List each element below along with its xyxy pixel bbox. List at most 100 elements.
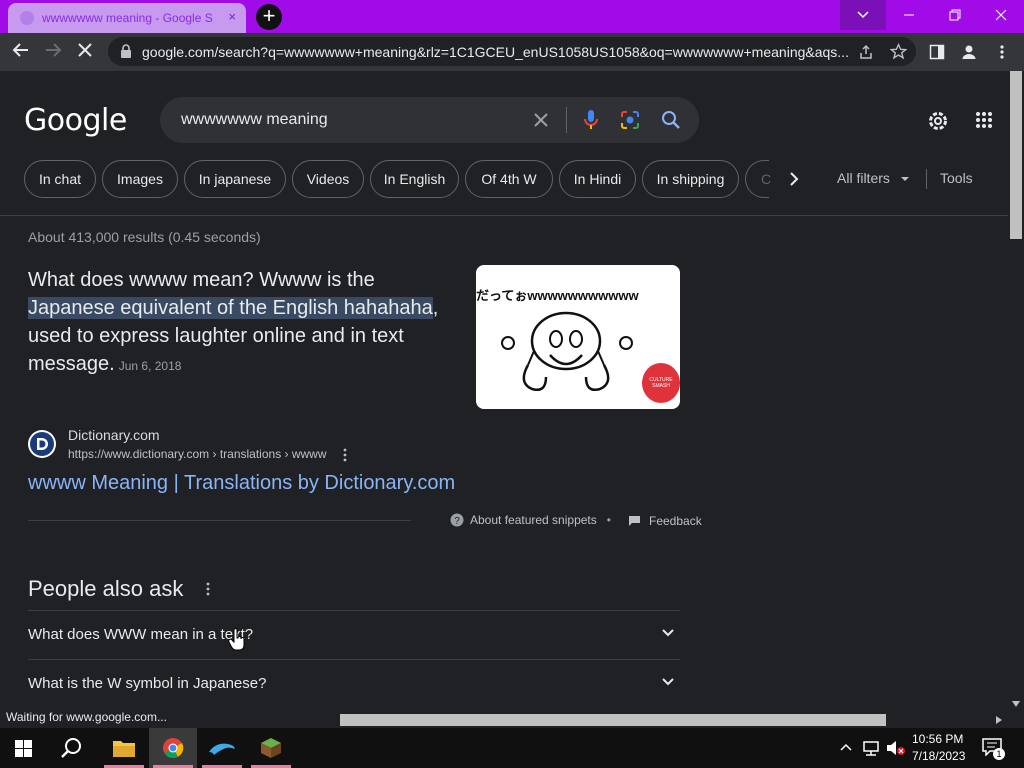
- folder-icon: [113, 741, 135, 757]
- scroll-down-arrow-icon[interactable]: [1012, 701, 1020, 707]
- chip-in-shipping[interactable]: In shipping: [642, 160, 739, 198]
- tab-search-button[interactable]: [840, 0, 886, 30]
- question-row[interactable]: What does WWW mean in a text?: [28, 610, 680, 659]
- lock-icon: [121, 44, 131, 58]
- horizontal-scrollbar[interactable]: [338, 712, 1008, 728]
- stop-loading-button[interactable]: [74, 41, 96, 63]
- search-input[interactable]: wwwwwww meaning: [181, 111, 328, 129]
- culture-smash-badge: CULTURE SMASH: [642, 363, 680, 403]
- chevron-down-icon: [857, 11, 869, 19]
- chevron-down-icon: [662, 678, 674, 686]
- snippet-divider: [28, 520, 411, 521]
- chrome-icon: [163, 738, 184, 759]
- chip-images[interactable]: Images: [102, 160, 178, 198]
- chip-in-chat[interactable]: In chat: [24, 160, 96, 198]
- svg-text:?: ?: [454, 516, 460, 527]
- minimize-icon: [904, 14, 914, 16]
- chip-in-hindi[interactable]: In Hindi: [559, 160, 636, 198]
- search-icon[interactable]: [661, 110, 681, 130]
- clear-icon[interactable]: [533, 112, 549, 128]
- tools-button[interactable]: Tools: [940, 170, 973, 186]
- people-also-ask-heading: People also ask: [28, 576, 211, 602]
- result-title-link[interactable]: wwww Meaning | Translations by Dictionar…: [28, 472, 455, 495]
- chip-in-japanese[interactable]: In japanese: [184, 160, 286, 198]
- result-site-name[interactable]: Dictionary.com: [68, 427, 160, 443]
- chrome-taskbar-button[interactable]: [149, 728, 197, 768]
- close-icon: [78, 43, 92, 57]
- restore-button[interactable]: [932, 0, 978, 30]
- network-icon[interactable]: [862, 740, 880, 756]
- microphone-icon[interactable]: [583, 109, 599, 131]
- kebab-menu-icon[interactable]: [996, 44, 1008, 60]
- result-url: https://www.dictionary.com › translation…: [68, 447, 327, 461]
- hand-cursor-icon: [228, 628, 245, 651]
- vertical-scroll-thumb[interactable]: [1010, 71, 1022, 239]
- help-icon: ?: [450, 513, 464, 527]
- search-box[interactable]: wwwwwww meaning: [160, 97, 699, 143]
- search-divider: [566, 107, 567, 133]
- snippet-thumbnail[interactable]: だってぉwwwwwwwwwww CULTURE SMASH: [476, 265, 680, 409]
- lens-camera-icon[interactable]: [620, 110, 640, 130]
- filters-divider: [926, 169, 927, 189]
- gear-icon[interactable]: [926, 109, 950, 133]
- chip-in-english[interactable]: In English: [370, 160, 459, 198]
- about-featured-snippets-link[interactable]: ? About featured snippets •: [450, 513, 621, 527]
- browser-tab[interactable]: wwwwwww meaning - Google S ×: [8, 3, 246, 33]
- dolphin-app-taskbar-button[interactable]: [198, 728, 246, 768]
- google-logo[interactable]: Google: [24, 103, 127, 138]
- chevron-right-icon[interactable]: [786, 171, 802, 187]
- scroll-right-arrow-icon[interactable]: [996, 716, 1002, 724]
- forward-button[interactable]: [42, 41, 64, 63]
- windows-start-icon[interactable]: [15, 740, 32, 757]
- chevron-up-icon[interactable]: [840, 742, 852, 752]
- feedback-link[interactable]: Feedback: [628, 514, 702, 528]
- tab-close-icon[interactable]: ×: [228, 9, 236, 24]
- forward-arrow-icon: [46, 43, 62, 57]
- volume-muted-icon[interactable]: [886, 740, 906, 756]
- side-panel-icon[interactable]: [929, 44, 945, 60]
- question-text: What is the W symbol in Japanese?: [28, 675, 267, 692]
- vertical-scrollbar[interactable]: [1008, 71, 1024, 712]
- question-row[interactable]: What is the W symbol in Japanese?: [28, 659, 680, 708]
- share-icon[interactable]: [858, 44, 874, 60]
- status-bar: Waiting for www.google.com...: [0, 707, 340, 728]
- clock-date[interactable]: 7/18/2023: [912, 749, 965, 763]
- chip-videos[interactable]: Videos: [292, 160, 364, 198]
- horizontal-scroll-thumb[interactable]: [338, 714, 886, 726]
- clock-time[interactable]: 10:56 PM: [912, 732, 963, 746]
- featured-snippet-text: What does wwww mean? Wwww is the Japanes…: [28, 266, 448, 380]
- thumbnail-caption: だってぉwwwwwwwwwww: [476, 288, 639, 303]
- chevron-down-icon: [662, 629, 674, 637]
- tab-favicon-icon: [20, 11, 34, 25]
- minecraft-taskbar-button[interactable]: [247, 728, 295, 768]
- close-icon: [995, 9, 1007, 21]
- snippet-date: Jun 6, 2018: [118, 359, 182, 373]
- url-text: google.com/search?q=wwwwwww+meaning&rlz=…: [142, 44, 848, 60]
- notification-center-button[interactable]: 1: [982, 738, 1005, 760]
- chip-partial[interactable]: C: [745, 160, 771, 198]
- close-window-button[interactable]: [978, 0, 1024, 30]
- more-options-icon[interactable]: [341, 448, 349, 462]
- dolphin-icon: [209, 743, 235, 755]
- bookmark-star-icon[interactable]: [890, 43, 907, 60]
- apps-grid-icon[interactable]: [975, 111, 993, 129]
- notification-count-badge: 1: [993, 748, 1005, 760]
- more-options-icon[interactable]: [205, 582, 211, 596]
- address-bar[interactable]: google.com/search?q=wwwwwww+meaning&rlz=…: [108, 37, 916, 66]
- search-icon[interactable]: [61, 737, 83, 759]
- back-button[interactable]: [10, 41, 32, 63]
- profile-icon[interactable]: [961, 44, 977, 60]
- tab-title: wwwwwww meaning - Google S: [42, 11, 213, 25]
- new-tab-button[interactable]: +: [256, 4, 282, 30]
- file-explorer-taskbar-button[interactable]: [100, 728, 148, 768]
- windows-taskbar: 10:56 PM 7/18/2023 1: [0, 728, 1024, 768]
- snippet-text-start: What does wwww mean? Wwww is the: [28, 269, 375, 291]
- restore-icon: [949, 9, 961, 21]
- question-text: What does WWW mean in a text?: [28, 626, 254, 643]
- chip-of-4th-w[interactable]: Of 4th W: [465, 160, 553, 198]
- result-cite: https://www.dictionary.com › translation…: [68, 447, 349, 462]
- people-also-ask-title: People also ask: [28, 576, 184, 601]
- about-snippets-label: About featured snippets: [470, 513, 597, 527]
- all-filters-button[interactable]: All filters: [837, 170, 910, 186]
- minimize-button[interactable]: [886, 0, 932, 30]
